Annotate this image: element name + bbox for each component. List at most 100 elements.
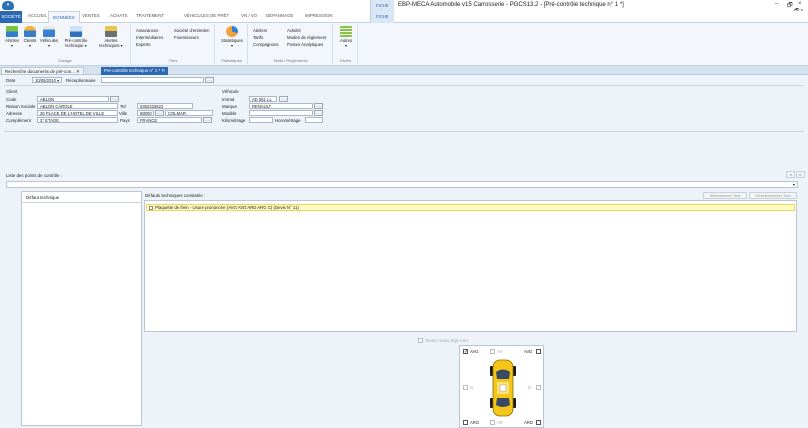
- deselect-all-button[interactable]: Désélectionner Tout: [749, 192, 797, 199]
- tab-ventes[interactable]: VENTES: [82, 13, 100, 18]
- wheel-d-label: D: [528, 385, 532, 390]
- tarifs-button[interactable]: Tarifs: [253, 35, 263, 40]
- marque-label: Marque: [222, 104, 237, 109]
- receptionnaire-lookup-button[interactable]: ....: [205, 77, 214, 83]
- defaut-technique-panel[interactable]: Défaut technique: [21, 191, 142, 426]
- experts-button[interactable]: Experts: [136, 42, 151, 47]
- wheel-arg-checkbox[interactable]: [463, 420, 468, 425]
- list-item[interactable]: Plaquette de frein - Usure prononcée (AV…: [146, 204, 795, 211]
- compagnons-button[interactable]: Compagnons: [253, 42, 279, 47]
- immat-lookup-button[interactable]: ....: [279, 96, 288, 102]
- list-icon: [340, 26, 352, 37]
- activite-button[interactable]: Activité: [287, 28, 301, 33]
- modele-field[interactable]: [249, 110, 313, 116]
- statistiques-button[interactable]: Statistiques ▾: [218, 26, 246, 48]
- tab-vehicules-de-pret[interactable]: VÉHICULES DE PRÊT: [184, 13, 229, 18]
- ribbon-group-statistiques: Statistiques ▾ Statistiques: [216, 24, 248, 64]
- wheel-ard-checkbox[interactable]: [536, 420, 541, 425]
- code-postal-lookup-button[interactable]: ....: [155, 110, 164, 116]
- postes-analytiques-button[interactable]: Postes Analytiques: [287, 42, 323, 47]
- wheel-d-checkbox[interactable]: [536, 385, 541, 390]
- checklist-icon: [70, 26, 82, 37]
- marque-field[interactable]: RENAULT: [249, 103, 313, 109]
- points-controle-dropdown[interactable]: ▾: [6, 181, 798, 188]
- immat-field[interactable]: AD 561 LL: [249, 96, 277, 102]
- app-menu-button[interactable]: ▾: [2, 1, 14, 10]
- wheel-g-checkbox[interactable]: [463, 385, 468, 390]
- wheel-avg-label: AVG: [470, 349, 479, 354]
- vehicules-button[interactable]: Véhicules ▾: [39, 26, 59, 48]
- vehicule-section-title: Véhicule: [222, 89, 239, 94]
- tab-recherche-documents[interactable]: Recherche documents de pré-con... ✕: [1, 67, 84, 75]
- marque-lookup-button[interactable]: ....: [314, 103, 323, 109]
- date-field[interactable]: 10/05/2010 ▾: [32, 77, 62, 83]
- articles-button[interactable]: Articles ▾: [3, 26, 21, 48]
- group-label-divers: Divers: [339, 58, 352, 63]
- tab-impression[interactable]: IMPRESSION: [305, 13, 333, 18]
- ville-field[interactable]: COLMAR: [165, 110, 213, 116]
- adresse-field[interactable]: 36 PLACE DE L'HOTEL DE VILLE: [37, 110, 118, 116]
- tel-label: Tel: [120, 104, 126, 109]
- tab-traitement[interactable]: TRAITEMENT: [136, 13, 164, 18]
- defauts-constates-list[interactable]: Plaquette de frein - Usure prononcée (AV…: [144, 200, 797, 332]
- tab-precontrole-technique[interactable]: Pré-contrôle technique n° 1 * ✕: [101, 67, 169, 75]
- tab-achats[interactable]: ACHATS: [110, 13, 127, 18]
- complement-label: Complément: [6, 118, 31, 123]
- autres-button[interactable]: Autres ▾: [336, 26, 356, 48]
- tab-societe[interactable]: SOCIÉTÉ: [0, 11, 22, 23]
- raison-sociale-label: Raison Sociale: [6, 104, 36, 109]
- tel-field[interactable]: 0352433622: [137, 103, 193, 109]
- wheel-av-checkbox[interactable]: [490, 349, 495, 354]
- tab-depannage[interactable]: DÉPANNAGE: [266, 13, 293, 18]
- ateliers-button[interactable]: Ateliers: [253, 28, 267, 33]
- wheel-ar-label: AR: [497, 420, 503, 425]
- modele-lookup-button[interactable]: ....: [314, 110, 323, 116]
- pays-lookup-button[interactable]: ....: [203, 117, 212, 123]
- receptionnaire-field[interactable]: [101, 77, 204, 83]
- code-postal-field[interactable]: 68000: [137, 110, 154, 116]
- tab-accueil[interactable]: ACCUEIL: [28, 13, 47, 18]
- minimize-button[interactable]: –: [775, 1, 778, 7]
- complement-field[interactable]: 3° ETAGE: [37, 117, 118, 123]
- modele-label: Modèle: [222, 111, 237, 116]
- kilometrage-field[interactable]: [249, 117, 273, 123]
- close-button[interactable]: ×: [798, 1, 802, 7]
- chevron-down-icon: ▾: [792, 182, 795, 187]
- clients-icon: [24, 26, 36, 37]
- toutes-roues-checkbox[interactable]: [418, 338, 423, 343]
- ribbon-tab-bar: SOCIÉTÉ ACCUEIL DONNÉES VENTES ACHATS TR…: [0, 11, 808, 24]
- alertes-techniques-button[interactable]: Alertes techniques ▾: [95, 26, 127, 48]
- client-code-field[interactable]: ABLON: [37, 96, 109, 102]
- client-code-lookup-button[interactable]: ....: [110, 96, 119, 102]
- pays-field[interactable]: FRANCE: [137, 117, 202, 123]
- societe-entretien-button[interactable]: Société d'entretien: [174, 28, 209, 33]
- toutes-roues-label: Toutes roues déjà vues: [425, 338, 469, 343]
- modes-reglement-button[interactable]: Modes de règlement: [287, 35, 326, 40]
- assurances-button[interactable]: Assurances: [136, 28, 158, 33]
- context-tab-fiche[interactable]: FICHE FICHE: [370, 0, 394, 23]
- raison-sociale-field[interactable]: ABLON CAROLE: [37, 103, 118, 109]
- horometrage-field[interactable]: [305, 117, 323, 123]
- precontrole-technique-button[interactable]: Pré-contrôle technique ▾: [61, 26, 91, 48]
- car-icon: [43, 26, 55, 37]
- date-label: Date: [6, 78, 16, 83]
- next-point-button[interactable]: ▸: [796, 171, 805, 178]
- previous-point-button[interactable]: ◂: [786, 171, 795, 178]
- intermediaires-button[interactable]: Intermédiaires: [136, 35, 163, 40]
- pays-label: Pays: [120, 118, 130, 123]
- wheel-g-label: G: [470, 385, 474, 390]
- tab-vn-vo[interactable]: VN / VO: [241, 13, 257, 18]
- fournisseurs-button[interactable]: Fournisseurs: [174, 35, 199, 40]
- select-all-button[interactable]: Sélectionner Tout: [703, 192, 747, 199]
- clients-button[interactable]: Clients ▾: [22, 26, 38, 48]
- wheel-avd-checkbox[interactable]: [536, 349, 541, 354]
- group-label-tiers: Tiers: [168, 58, 178, 63]
- ribbon-group-garage: Articles ▾ Clients ▾ Véhicules ▾ Pré-contrô…: [0, 24, 131, 64]
- adresse-label: Adresse: [6, 111, 23, 116]
- kilometrage-label: Kilométrage: [222, 118, 246, 123]
- wheel-avg-checkbox[interactable]: ✓: [463, 349, 468, 355]
- code-label: Code: [6, 97, 17, 102]
- row-checkbox[interactable]: [149, 206, 153, 210]
- wheel-ar-checkbox[interactable]: [490, 420, 495, 425]
- wheel-avd-label: AVD: [524, 349, 533, 354]
